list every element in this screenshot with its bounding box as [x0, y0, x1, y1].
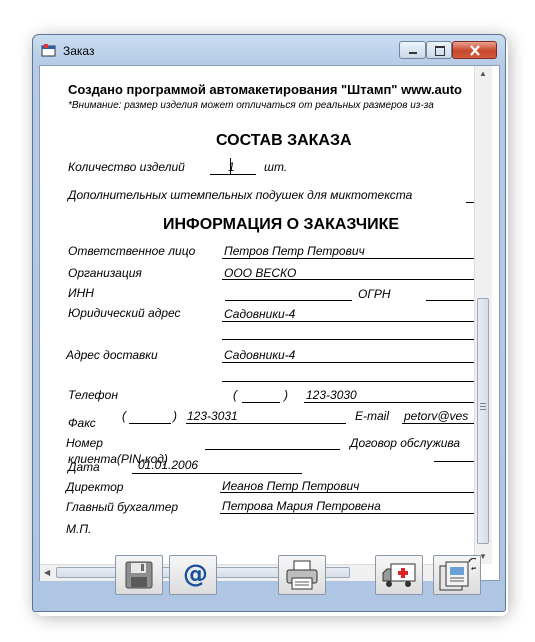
window-title: Заказ [63, 44, 95, 58]
legal-address-label: Юридический адрес [68, 306, 181, 320]
vertical-scroll-thumb[interactable] [477, 298, 489, 544]
fax-code-close: ) [173, 409, 177, 423]
email-button[interactable]: @ [169, 555, 217, 595]
accountant-value[interactable]: Петрова Мария Петровена [222, 499, 381, 513]
documents-icon [439, 558, 476, 591]
client-number-label-1: Номер [66, 436, 103, 450]
fax-code-open: ( [122, 409, 126, 423]
close-button[interactable] [452, 41, 497, 59]
phone-code-open: ( [233, 388, 237, 402]
maximize-icon [435, 46, 445, 56]
phone-value[interactable]: 123-3030 [306, 388, 357, 402]
fax-label: Факс [68, 416, 96, 430]
vertical-scrollbar[interactable]: ▲ ▼ [474, 66, 492, 564]
ogrn-label: ОГРН [358, 287, 391, 301]
created-by-text: Создано программой автомакетирования "Шт… [68, 82, 462, 97]
date-label: Дата [68, 460, 100, 474]
maximize-button[interactable] [426, 41, 452, 59]
minimize-icon [409, 52, 417, 54]
quantity-value: 1 [228, 160, 235, 174]
email-value[interactable]: petorv@ves [404, 409, 468, 423]
minimize-button[interactable] [399, 41, 426, 59]
delivery-address-label: Адрес доставки [66, 348, 158, 362]
close-icon [470, 45, 480, 56]
delivery-address-value[interactable]: Садовники-4 [224, 348, 295, 362]
quantity-label: Количество изделий [68, 160, 185, 174]
floppy-disk-icon [125, 561, 153, 589]
date-value[interactable]: 01.01.2006 [138, 458, 198, 472]
window-app-icon [41, 44, 56, 57]
extra-pads-label: Дополнительных штемпельных подушек для м… [68, 188, 413, 202]
documents-button[interactable] [433, 555, 481, 595]
fax-value[interactable]: 123-3031 [187, 409, 238, 423]
responsible-value[interactable]: Петров Петр Петрович [224, 244, 365, 258]
stamp-place-label: М.П. [66, 522, 92, 536]
legal-address-value[interactable]: Садовники-4 [224, 307, 295, 321]
director-value[interactable]: Иеанов Петр Петрович [222, 479, 359, 493]
section-customer-heading: ИНФОРМАЦИЯ О ЗАКАЗЧИКЕ [163, 216, 400, 233]
director-label: Директор [66, 480, 124, 494]
phone-label: Телефон [68, 388, 118, 402]
print-button[interactable] [278, 555, 326, 595]
responsible-label: Ответственное лицо [68, 244, 196, 258]
printer-icon [286, 560, 318, 590]
title-bar[interactable]: Заказ [33, 35, 505, 65]
at-sign-icon: @ [183, 559, 208, 588]
delivery-truck-icon [382, 563, 416, 587]
inn-label: ИНН [68, 286, 94, 300]
contract-label: Договор обслужива [350, 436, 461, 450]
warning-text: *Внимание: размер изделия может отличать… [68, 100, 434, 111]
section-order-heading: СОСТАВ ЗАКАЗА [216, 132, 352, 149]
org-value[interactable]: ООО ВЕСКО [224, 266, 296, 280]
org-label: Организация [68, 266, 142, 280]
text-cursor [230, 158, 231, 174]
quantity-unit: шт. [264, 160, 288, 174]
order-document: Создано программой автомакетирования "Шт… [40, 66, 474, 550]
accountant-label: Главный бухгалтер [66, 500, 179, 514]
order-window: Заказ Создано программой автомакетирован… [32, 34, 506, 612]
phone-code-close: ) [284, 388, 288, 402]
save-button[interactable] [115, 555, 163, 595]
bottom-toolbar: @ [39, 553, 498, 603]
scroll-up-icon[interactable]: ▲ [479, 69, 487, 78]
document-view: Создано программой автомакетирования "Шт… [39, 65, 500, 581]
email-label: E-mail [355, 409, 390, 423]
delivery-button[interactable] [375, 555, 423, 595]
